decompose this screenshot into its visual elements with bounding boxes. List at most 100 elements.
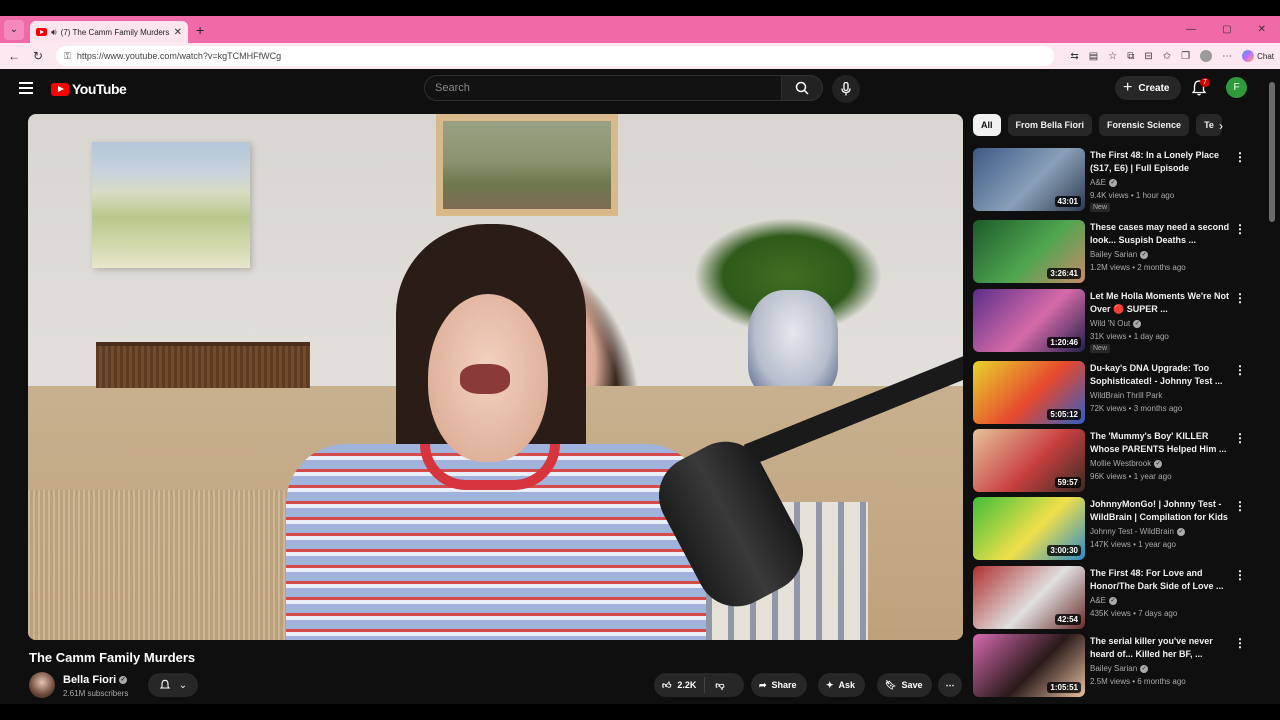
recommended-video-title[interactable]: Let Me Holla Moments We're Not Over 🔴 SU… [1090,290,1230,316]
more-vertical-icon[interactable]: ⋮ [1234,636,1246,650]
address-bar[interactable]: ⚿ https://www.youtube.com/watch?v=kgTCMH… [56,46,1055,66]
split-screen-icon[interactable]: ⊟ [1144,51,1152,62]
verified-check-icon: ✓ [1109,596,1118,605]
recommended-video-title[interactable]: The First 48: For Love and Honor/The Dar… [1090,567,1230,593]
recommended-video[interactable]: 43:01 The First 48: In a Lonely Place (S1… [973,148,1253,212]
video-thumbnail[interactable]: 3:00:30 [973,497,1085,560]
thumbs-up-icon: 👍︎ [662,679,672,690]
like-button[interactable]: 👍︎ 2.2K [654,677,706,693]
recommended-video[interactable]: 42:54 The First 48: For Love and Honor/Th… [973,566,1253,630]
more-vertical-icon[interactable]: ⋮ [1234,150,1246,164]
bell-icon [159,679,170,689]
recommended-video[interactable]: 3:26:41 These cases may need a second loo… [973,220,1253,284]
recommended-channel[interactable]: A&E ✓ [1090,596,1118,605]
recommended-channel[interactable]: Johnny Test - WildBrain ✓ [1090,527,1185,536]
channel-avatar[interactable] [29,672,55,698]
reload-button[interactable]: ↻ [30,49,46,63]
voice-search-button[interactable] [832,75,860,103]
ask-button[interactable]: ✦ Ask [818,673,866,697]
filter-chip[interactable]: All [973,114,1001,136]
more-vertical-icon[interactable]: ⋮ [1234,568,1246,582]
video-thumbnail[interactable]: 1:05:51 [973,634,1085,697]
recommended-video-title[interactable]: JohnnyMonGo! | Johnny Test - WildBrain |… [1090,498,1230,524]
channel-name-link[interactable]: Bella Fiori ✓ [63,674,128,686]
video-duration: 1:20:46 [1047,337,1081,348]
video-duration: 5:05:12 [1047,409,1081,420]
subscribed-notifications-button[interactable]: ⌄ [148,673,198,697]
youtube-logo[interactable]: YouTube [51,81,127,97]
tab-list-button[interactable]: ⌄ [4,19,24,40]
recommended-channel[interactable]: Mollie Westbrook ✓ [1090,459,1163,468]
recommended-video[interactable]: 1:20:46 Let Me Holla Moments We're Not Ov… [973,289,1253,353]
recommended-video-title[interactable]: The 'Mummy's Boy' KILLER Whose PARENTS H… [1090,430,1230,456]
close-window-icon[interactable]: ✕ [1258,24,1266,35]
plus-icon: + [1123,79,1133,96]
recommended-video-title[interactable]: The serial killer you've never heard of.… [1090,635,1230,661]
more-vertical-icon[interactable]: ⋮ [1234,499,1246,513]
minimize-icon[interactable]: — [1186,24,1196,35]
search-input[interactable] [435,82,781,94]
recommended-video[interactable]: 5:05:12 Du-kay's DNA Upgrade: Too Sophist… [973,361,1253,425]
more-vertical-icon[interactable]: ⋮ [1234,363,1246,377]
scrollbar-thumb[interactable] [1269,82,1275,222]
video-thumbnail[interactable]: 43:01 [973,148,1085,211]
video-thumbnail[interactable]: 3:26:41 [973,220,1085,283]
recommended-channel[interactable]: A&E ✓ [1090,178,1118,187]
chevron-right-icon[interactable]: › [1219,119,1223,133]
collections-icon[interactable]: ❐ [1181,51,1190,62]
share-arrow-icon: ➦ [759,679,767,690]
tab-close-icon[interactable]: ✕ [174,27,182,38]
save-label: Save [901,680,923,690]
recommended-video[interactable]: 1:05:51 The serial killer you've never he… [973,634,1253,698]
share-button[interactable]: ➦ Share [751,673,807,697]
video-frame-painting [92,142,250,268]
browser-tab-active[interactable]: 🔊︎ (7) The Camm Family Murders ✕ [30,21,188,43]
new-tab-button[interactable]: + [196,22,204,38]
save-button[interactable]: 🔖︎ Save [877,673,933,697]
recommended-channel[interactable]: Bailey Sarian ✓ [1090,664,1149,673]
favorite-star-icon[interactable]: ☆ [1108,51,1117,62]
recommended-video-title[interactable]: Du-kay's DNA Upgrade: Too Sophisticated!… [1090,362,1230,388]
recommended-channel[interactable]: WildBrain Thrill Park [1090,391,1162,400]
filter-chip[interactable]: From Bella Fiori [1007,114,1093,136]
guide-menu-icon[interactable] [19,82,33,94]
more-vertical-icon[interactable]: ⋮ [1234,431,1246,445]
reader-icon[interactable]: ▤ [1089,51,1098,62]
recommended-video-title[interactable]: These cases may need a second look... Su… [1090,221,1230,247]
video-thumbnail[interactable]: 42:54 [973,566,1085,629]
recommended-channel-name: Bailey Sarian [1090,250,1138,259]
recommended-video-meta: 2.5M views • 6 months ago [1090,677,1186,686]
search-box[interactable] [424,75,782,101]
search-button[interactable] [781,75,823,101]
recommended-video[interactable]: 3:00:30 JohnnyMonGo! | Johnny Test - Wild… [973,497,1253,561]
window-titlebar [0,0,1280,16]
recommended-video[interactable]: 59:57 The 'Mummy's Boy' KILLER Whose PARE… [973,429,1253,493]
more-actions-button[interactable]: ⋯ [938,673,962,697]
screen-bottom-edge [0,704,1280,720]
copilot-chat-button[interactable]: Chat [1242,50,1274,62]
extensions-icon[interactable]: ⧉ [1127,51,1134,62]
audio-playing-icon[interactable]: 🔊︎ [51,27,57,38]
video-player[interactable] [28,114,963,640]
recommended-channel[interactable]: Wild 'N Out ✓ [1090,319,1142,328]
favorites-icon[interactable]: ✩ [1163,51,1171,62]
recommended-video-title[interactable]: The First 48: In a Lonely Place (S17, E6… [1090,149,1230,175]
dislike-button[interactable]: 👎︎ [705,680,734,691]
video-thumbnail[interactable]: 1:20:46 [973,289,1085,352]
create-button[interactable]: + Create [1115,76,1182,100]
account-avatar[interactable]: F [1226,77,1247,98]
video-thumbnail[interactable]: 5:05:12 [973,361,1085,424]
more-vertical-icon[interactable]: ⋮ [1234,291,1246,305]
video-thumbnail[interactable]: 59:57 [973,429,1085,492]
back-button[interactable]: ← [6,49,22,63]
recommended-channel[interactable]: Bailey Sarian ✓ [1090,250,1149,259]
maximize-icon[interactable]: ▢ [1222,24,1231,35]
more-menu-icon[interactable]: ⋯ [1222,51,1232,62]
translate-icon[interactable]: ⇆ [1070,51,1078,62]
more-vertical-icon[interactable]: ⋮ [1234,222,1246,236]
filter-chip[interactable]: Forensic Science [1099,114,1190,136]
recommended-video-meta: 435K views • 7 days ago [1090,609,1178,618]
site-info-icon[interactable]: ⚿ [64,51,71,62]
browser-tabbar: ⌄ 🔊︎ (7) The Camm Family Murders ✕ + — ▢… [0,16,1280,43]
profile-icon[interactable] [1200,50,1213,62]
